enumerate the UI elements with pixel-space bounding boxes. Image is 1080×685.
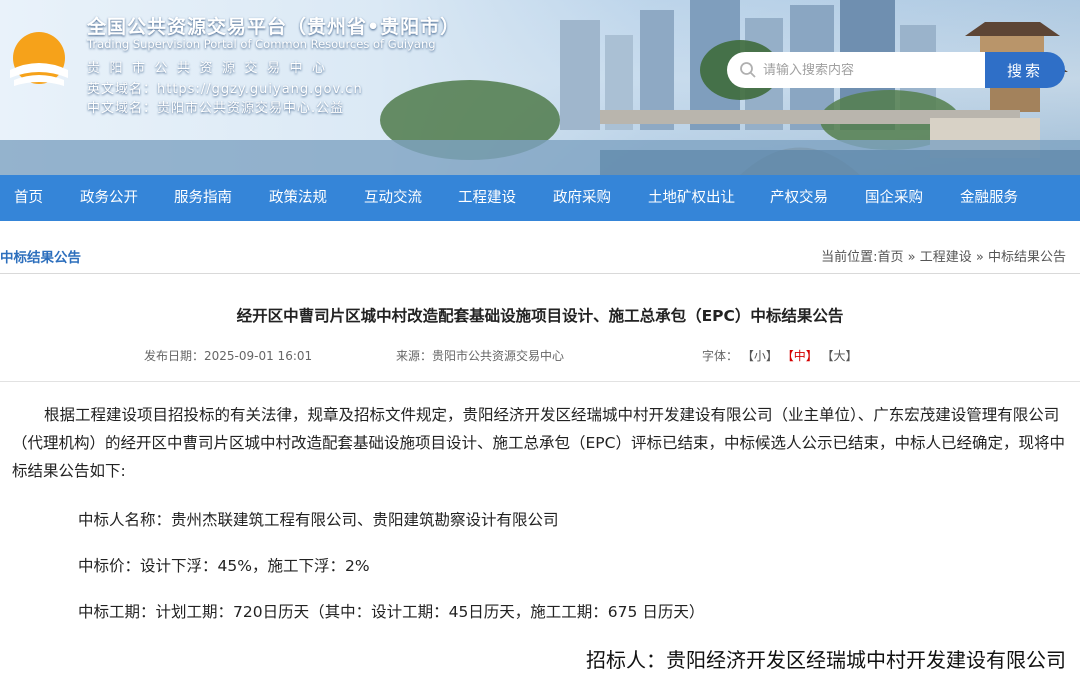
site-subtitle: Trading Supervision Portal of Common Res… (87, 37, 436, 51)
site-chinese-domain: 中文域名：贵阳市公共资源交易中心.公益 (87, 101, 345, 116)
nav-item-interaction[interactable]: 互动交流 (364, 175, 422, 221)
main-nav: 首页 政务公开 服务指南 政策法规 互动交流 工程建设 政府采购 土地矿权出让 … (0, 175, 1080, 221)
nav-item-gov-procurement[interactable]: 政府采购 (553, 175, 611, 221)
breadcrumb: 当前位置:首页 » 工程建设 » 中标结果公告 (821, 246, 1066, 265)
font-size-medium-button[interactable]: 【中】 (782, 349, 818, 363)
article-source: 来源：贵阳市公共资源交易中心 (396, 349, 565, 363)
nav-item-engineering[interactable]: 工程建设 (458, 175, 516, 221)
site-org-name: 贵阳市公共资源交易中心 (87, 61, 335, 76)
article-paragraph: 根据工程建设项目招投标的有关法律，规章及招标文件规定，贵阳经济开发区经瑞城中村开… (12, 406, 1065, 480)
publish-date: 发布日期：2025-09-01 16:01 (144, 349, 313, 363)
winning-bidder-line: 中标人名称：贵州杰联建筑工程有限公司、贵阳建筑勘察设计有限公司 (78, 511, 559, 529)
nav-item-home[interactable]: 首页 (14, 175, 43, 221)
search-box (727, 52, 985, 88)
nav-item-government-affairs[interactable]: 政务公开 (80, 175, 138, 221)
font-size-label: 字体： (702, 349, 739, 363)
article-divider (0, 381, 1080, 382)
construction-period-line: 中标工期：计划工期：720日历天（其中：设计工期：45日历天，施工工期：675 … (78, 603, 705, 621)
breadcrumb-link-home[interactable]: 首页 (877, 250, 903, 265)
nav-item-financial-services[interactable]: 金融服务 (960, 175, 1018, 221)
breadcrumb-separator: » (975, 250, 984, 265)
font-size-switcher: 字体： 【小】 【中】 【大】 (702, 347, 858, 364)
nav-item-property-rights[interactable]: 产权交易 (770, 175, 828, 221)
breadcrumb-link-engineering[interactable]: 工程建设 (920, 250, 972, 265)
tenderer-signature: 招标人：贵阳经济开发区经瑞城中村开发建设有限公司 (586, 648, 1066, 672)
nav-item-soe-procurement[interactable]: 国企采购 (865, 175, 923, 221)
nav-item-service-guide[interactable]: 服务指南 (174, 175, 232, 221)
font-size-small-button[interactable]: 【小】 (742, 349, 778, 363)
breadcrumb-prefix: 当前位置: (821, 250, 878, 265)
search-icon (740, 62, 756, 78)
site-english-domain: 英文域名：https://ggzy.guiyang.gov.cn (87, 82, 363, 97)
search-button[interactable]: 搜索 (985, 52, 1065, 88)
site-title: 全国公共资源交易平台（贵州省•贵阳市） (87, 16, 461, 38)
section-title: 中标结果公告 (0, 250, 81, 266)
nav-item-land-mining[interactable]: 土地矿权出让 (648, 175, 735, 221)
article-title: 经开区中曹司片区城中村改造配套基础设施项目设计、施工总承包（EPC）中标结果公告 (236, 307, 844, 325)
winning-price-line: 中标价：设计下浮：45%，施工下浮：2% (78, 557, 370, 575)
sun-over-water-logo-icon (10, 32, 68, 86)
nav-item-policies[interactable]: 政策法规 (269, 175, 327, 221)
breadcrumb-current[interactable]: 中标结果公告 (988, 250, 1066, 265)
search-input[interactable] (763, 62, 973, 78)
header-banner: 全国公共资源交易平台（贵州省•贵阳市） Trading Supervision … (0, 0, 1080, 175)
section-header: 中标结果公告 当前位置:首页 » 工程建设 » 中标结果公告 (0, 236, 1080, 274)
breadcrumb-separator: » (907, 250, 916, 265)
font-size-large-button[interactable]: 【大】 (822, 349, 858, 363)
